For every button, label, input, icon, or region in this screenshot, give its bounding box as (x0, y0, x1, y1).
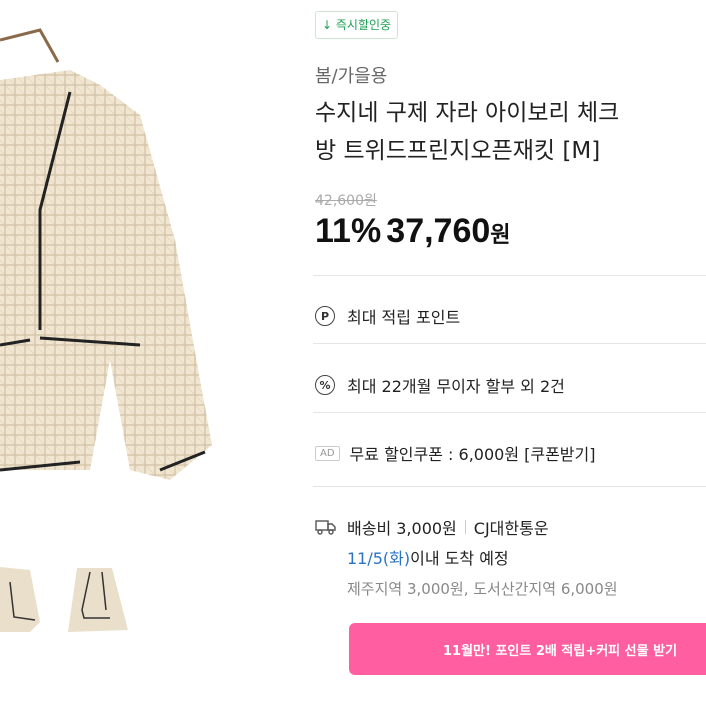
divider (313, 275, 706, 276)
divider (313, 343, 706, 344)
percent-icon: % (315, 375, 335, 395)
regional-shipping-note: 제주지역 3,000원, 도서산간지역 6,000원 (347, 579, 618, 598)
product-gallery (0, 0, 215, 706)
carrier-name: CJ대한통운 (473, 519, 549, 538)
current-price: 37,760 (386, 212, 491, 250)
promo-banner[interactable]: 11월만! 포인트 2배 적립+커피 선물 받기 (349, 623, 706, 675)
coupon-label: 무료 할인쿠폰 : 6,000원 [쿠폰받기] (349, 445, 596, 464)
points-icon: P (315, 306, 335, 326)
divider (313, 412, 706, 413)
currency-unit: 원 (490, 223, 511, 248)
product-title: 수지네 구제 자라 아이보리 체크 방 트위드프린지오픈재킷 [M] (315, 94, 706, 170)
separator (464, 520, 466, 534)
divider (313, 486, 706, 487)
max-points-label: 최대 적립 포인트 (347, 308, 461, 327)
delivery-date-row: 11/5(화) 이내 도착 예정 (347, 542, 509, 572)
badge-label: 즉시할인중 (335, 18, 392, 32)
product-info: ↓ 즉시할인중 봄/가을용 수지네 구제 자라 아이보리 체크 방 트위드프린지… (313, 0, 706, 706)
product-category[interactable]: 봄/가을용 (315, 62, 387, 88)
discount-rate: 11% (315, 212, 382, 250)
product-main-image[interactable] (0, 0, 215, 500)
delivery-date: 11/5(화) (347, 549, 411, 568)
arrow-down-icon: ↓ (322, 18, 333, 32)
shipping-fee-row: 배송비 3,000원 CJ대한통운 (315, 512, 549, 542)
coupon-row[interactable]: AD 무료 할인쿠폰 : 6,000원 [쿠폰받기] (315, 438, 596, 468)
max-points-row[interactable]: P 최대 적립 포인트 (315, 301, 460, 331)
ad-label: AD (315, 445, 340, 461)
product-thumbnail[interactable] (62, 560, 130, 644)
title-line-1: 수지네 구제 자라 아이보리 체크 (315, 100, 620, 126)
title-line-2: 방 트위드프린지오픈재킷 [M] (315, 138, 601, 164)
installment-row[interactable]: % 최대 22개월 무이자 할부 외 2건 (315, 370, 565, 400)
truck-icon (315, 520, 336, 535)
product-thumbnail[interactable] (0, 562, 68, 646)
price-row: 11% 37,760원 (315, 212, 511, 251)
installment-label: 최대 22개월 무이자 할부 외 2건 (347, 377, 565, 396)
instant-discount-badge: ↓ 즉시할인중 (315, 11, 399, 39)
delivery-date-suffix: 이내 도착 예정 (410, 549, 509, 568)
original-price: 42,600원 (315, 193, 377, 209)
shipping-fee: 배송비 3,000원 (347, 519, 457, 538)
